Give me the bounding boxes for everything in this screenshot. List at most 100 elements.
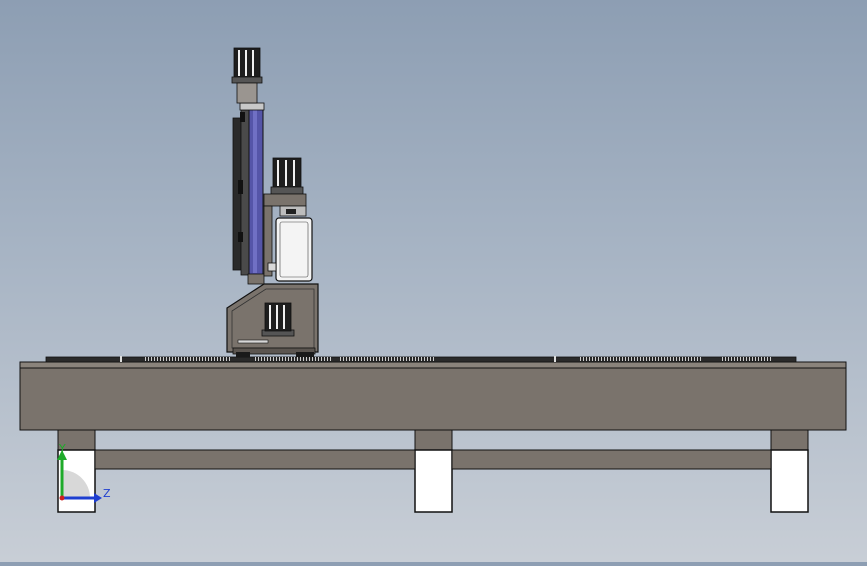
housing-slot — [237, 339, 269, 344]
rack-tooth — [415, 357, 416, 361]
rack-tooth — [424, 357, 425, 361]
column-bolt-2 — [238, 232, 243, 242]
rack-tooth — [770, 357, 771, 361]
rack-tooth — [658, 357, 659, 361]
rack-tooth — [196, 357, 197, 361]
head-side-nub — [267, 262, 277, 272]
rack-tooth — [625, 357, 626, 361]
rack-tooth — [728, 357, 729, 361]
rack-tooth — [267, 357, 268, 361]
rack-tooth — [343, 357, 344, 361]
rack-tooth — [433, 357, 434, 361]
top-motor-stripe-3 — [252, 50, 254, 76]
cross-beam-right — [451, 449, 772, 470]
rack-tooth — [613, 357, 614, 361]
housing-wheel-left — [236, 352, 250, 357]
housing-wheel-right — [296, 352, 314, 357]
rack-tooth — [358, 357, 359, 361]
rack-tooth — [285, 357, 286, 361]
rack-tooth — [749, 357, 750, 361]
rack-tooth — [264, 357, 265, 361]
column-top-cap — [239, 102, 265, 111]
rack-tooth — [303, 357, 304, 361]
rack-tooth — [166, 357, 167, 361]
rack-tooth — [737, 357, 738, 361]
leg-upper-right — [770, 429, 809, 451]
rack-tooth — [229, 357, 230, 361]
rack-tooth — [685, 357, 686, 361]
rack-tooth — [163, 357, 164, 361]
rack-tooth — [288, 357, 289, 361]
z-axis-arrow — [94, 493, 102, 503]
rack-tooth — [746, 357, 747, 361]
top-motor — [231, 47, 263, 104]
head-motor-flange — [270, 186, 304, 195]
rail-marker-1 — [120, 356, 122, 362]
rack-tooth — [743, 357, 744, 361]
top-motor-stripe-1 — [238, 50, 240, 76]
rack-tooth — [764, 357, 765, 361]
cad-viewport[interactable]: Y Z — [0, 0, 867, 562]
rack-tooth — [154, 357, 155, 361]
rack-tooth — [649, 357, 650, 361]
rack-tooth — [607, 357, 608, 361]
rack-tooth — [226, 357, 227, 361]
rack-tooth — [321, 357, 322, 361]
rack-tooth — [427, 357, 428, 361]
rack-tooth — [157, 357, 158, 361]
rack-tooth — [589, 357, 590, 361]
rack-tooth — [273, 357, 274, 361]
rack-tooth — [655, 357, 656, 361]
rack-tooth — [767, 357, 768, 361]
rack-tooth — [583, 357, 584, 361]
rack-tooth — [315, 357, 316, 361]
rack-tooth — [214, 357, 215, 361]
rack-tooth — [355, 357, 356, 361]
rack-tooth — [670, 357, 671, 361]
rack-tooth — [181, 357, 182, 361]
rack-tooth — [610, 357, 611, 361]
rack-tooth — [622, 357, 623, 361]
rack-tooth — [586, 357, 587, 361]
z-axis-label: Z — [103, 487, 111, 500]
column-bolt-1 — [238, 180, 243, 194]
rack-tooth — [676, 357, 677, 361]
rack-tooth — [430, 357, 431, 361]
rack-tooth — [279, 357, 280, 361]
rack-tooth — [187, 357, 188, 361]
rack-tooth — [761, 357, 762, 361]
rack-tooth — [223, 357, 224, 361]
top-motor-coupler — [236, 82, 258, 104]
rack-tooth — [169, 357, 170, 361]
rack-tooth — [679, 357, 680, 361]
rack-tooth — [346, 357, 347, 361]
rack-tooth — [385, 357, 386, 361]
x-motor-stripe-1 — [269, 305, 271, 329]
rack-tooth — [291, 357, 292, 361]
rack-tooth — [309, 357, 310, 361]
rack-tooth — [694, 357, 695, 361]
rack-tooth — [184, 357, 185, 361]
rack-tooth — [394, 357, 395, 361]
rack-tooth — [327, 357, 328, 361]
rack-tooth — [340, 357, 341, 361]
x-motor-stripe-2 — [276, 305, 278, 329]
rack-tooth — [370, 357, 371, 361]
rack-tooth — [282, 357, 283, 361]
rack-tooth — [598, 357, 599, 361]
rack-tooth — [255, 357, 256, 361]
rack-tooth — [297, 357, 298, 361]
rack-tooth — [697, 357, 698, 361]
rack-tooth — [758, 357, 759, 361]
rack-tooth — [634, 357, 635, 361]
rack-tooth — [740, 357, 741, 361]
rack-tooth — [752, 357, 753, 361]
rack-tooth — [352, 357, 353, 361]
leg-lower-right — [770, 449, 809, 513]
rack-tooth — [580, 357, 581, 361]
rack-tooth — [601, 357, 602, 361]
vertical-column — [232, 102, 265, 285]
head-motor-stripe-3 — [293, 160, 295, 186]
rack-tooth — [270, 357, 271, 361]
rack-tooth — [421, 357, 422, 361]
